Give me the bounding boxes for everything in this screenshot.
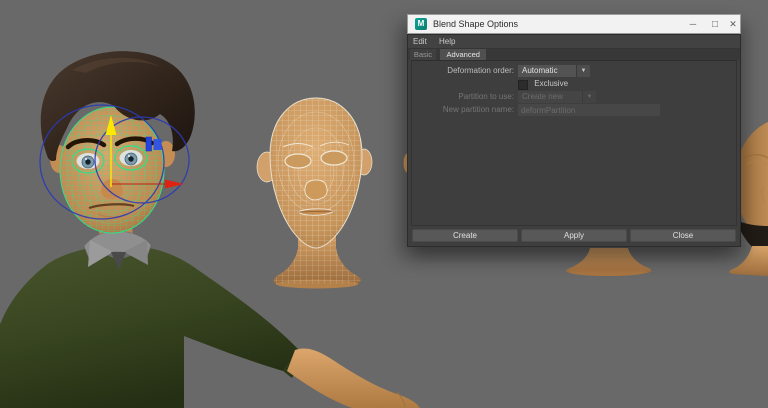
pupil-right [128,156,133,161]
close-button[interactable]: Close [630,229,736,242]
deformation-order-dropdown[interactable]: Automatic ▼ [518,65,590,77]
dropdown-arrow-icon[interactable]: ▼ [576,65,590,77]
dialog-title: Blend Shape Options [433,15,518,34]
eye-glint-left [85,158,87,160]
exclusive-control: Exclusive [518,78,568,90]
dropdown-arrow-icon-disabled: ▼ [582,91,596,103]
bust-eye-right [321,151,347,165]
bust-eye-left [285,154,311,168]
bust-head-wire [270,98,362,248]
new-partition-name-label: New partition name: [412,104,514,116]
plane-handle[interactable] [154,139,162,150]
eye-glint-right [128,155,130,157]
dialog-menubar: Edit Help [408,35,740,49]
bust-nose [305,180,327,200]
partition-to-use-row: Partition to use: Create new partition ▼ [412,91,736,103]
hidden-head-neck[interactable] [566,248,651,276]
blend-shape-options-window: M Blend Shape Options ─ □ ✕ Edit Help Ba… [407,14,741,247]
partition-to-use-label: Partition to use: [412,91,514,103]
new-partition-name-row: New partition name: [412,104,736,116]
minimize-button[interactable]: ─ [682,15,704,34]
dialog-body: Edit Help Basic Advanced Deformation ord… [407,34,741,247]
partition-to-use-dropdown: Create new partition ▼ [518,91,596,103]
dialog-titlebar[interactable]: M Blend Shape Options ─ □ ✕ [407,14,741,34]
wireframe-head-model[interactable] [257,98,372,289]
axis-x-arrow[interactable] [165,180,184,189]
character-model[interactable] [0,51,420,408]
deformation-order-label: Deformation order: [412,65,514,77]
deformation-order-value: Automatic [522,66,558,75]
exclusive-row: Exclusive [412,78,736,90]
character-sweater [0,247,298,408]
tab-basic[interactable]: Basic [410,49,436,60]
close-window-button[interactable]: ✕ [722,15,744,34]
new-partition-name-field [518,104,660,116]
tab-advanced[interactable]: Advanced [440,49,486,60]
axis-z-handle[interactable] [146,137,152,151]
menu-help[interactable]: Help [434,35,460,48]
pupil-left [85,159,90,164]
maya-icon: M [415,18,427,30]
advanced-tab-panel: Deformation order: Automatic ▼ Exclusive… [411,60,737,226]
character-head[interactable] [41,51,195,233]
exclusive-label: Exclusive [534,78,568,90]
nose [101,179,123,199]
dialog-tabbar: Basic Advanced [408,49,740,60]
menu-edit[interactable]: Edit [408,35,432,48]
apply-button[interactable]: Apply [521,229,627,242]
dialog-buttons: Create Apply Close [412,229,736,242]
exclusive-checkbox[interactable] [518,80,528,90]
create-button[interactable]: Create [412,229,518,242]
right-head-neck-flare [729,246,768,276]
deformation-order-row: Deformation order: Automatic ▼ [412,65,736,77]
character-forearm [287,348,420,408]
